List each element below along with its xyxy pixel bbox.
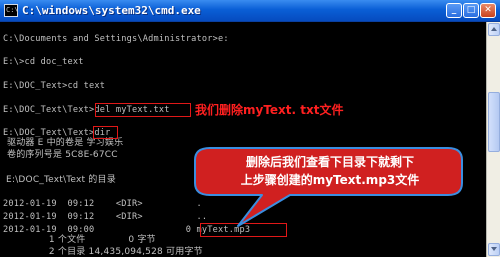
callout-text-line1: 删除后我们查看下目录下就剩下 [245, 155, 414, 169]
cmd-window: C:\ C:\windows\system32\cmd.exe _ □ ✕ C:… [0, 0, 500, 257]
callout-bubble [194, 147, 463, 227]
callout-text: 删除后我们查看下目录下就剩下 上步骤创建的myText.mp3文件 [200, 153, 460, 189]
callout-text-line2: 上步骤创建的myText.mp3文件 [240, 173, 420, 187]
